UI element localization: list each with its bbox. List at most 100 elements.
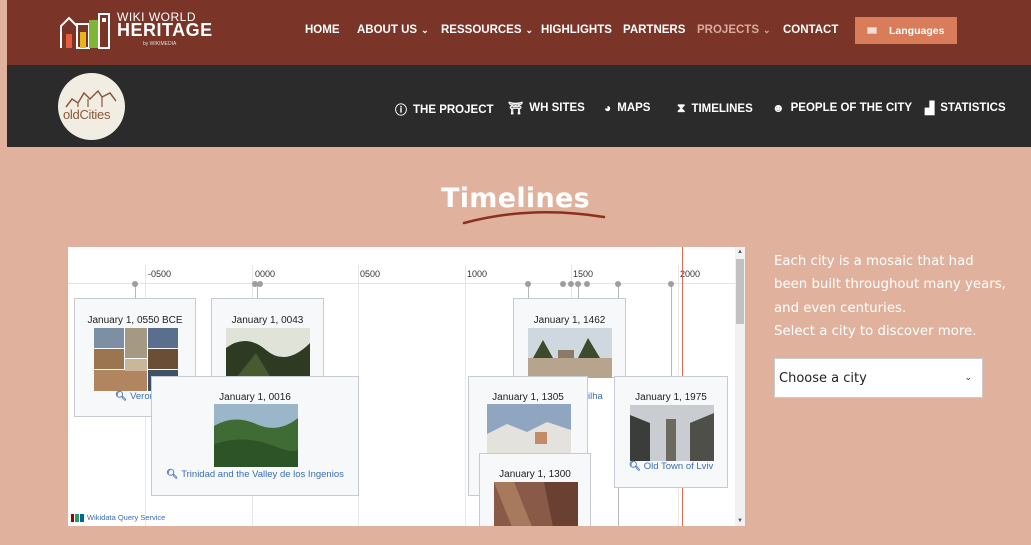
timeline-axis bbox=[68, 283, 735, 284]
timeline-dot[interactable] bbox=[615, 281, 621, 287]
search-icon: 🔍︎ bbox=[115, 391, 128, 402]
year-label: 1500 bbox=[573, 269, 594, 279]
wikidata-query-service-link[interactable]: Wikidata Query Service bbox=[71, 513, 165, 522]
oldcities-logo[interactable]: oldCities bbox=[58, 73, 125, 140]
card-image bbox=[226, 328, 310, 378]
chart-icon: ▟ bbox=[925, 101, 935, 115]
year-label: 0000 bbox=[255, 269, 276, 279]
card-date: January 1, 1300 bbox=[499, 469, 571, 480]
subnav-timelines[interactable]: ⧗ TIMELINES bbox=[677, 101, 753, 116]
nav-contact[interactable]: CONTACT bbox=[783, 24, 838, 36]
timeline-dot[interactable] bbox=[568, 281, 574, 287]
monument-icon: ⛩ bbox=[508, 101, 524, 115]
card-image bbox=[630, 405, 714, 461]
chevron-down-icon: ⌄ bbox=[763, 25, 771, 35]
scroll-up-icon[interactable]: ▲ bbox=[737, 249, 743, 255]
nav-projects[interactable]: PROJECTS ⌄ bbox=[697, 24, 771, 36]
subnav-people-of-the-city[interactable]: ☻ PEOPLE OF THE CITY bbox=[772, 101, 912, 115]
languages-button[interactable]: Languages bbox=[855, 17, 957, 44]
year-label: 1000 bbox=[467, 269, 488, 279]
card-date: January 1, 0043 bbox=[231, 315, 304, 326]
instruction-text: Select a city to discover more. bbox=[774, 324, 977, 340]
year-label: -0500 bbox=[148, 269, 172, 279]
timeline-dot[interactable] bbox=[575, 281, 581, 287]
timeline-dot[interactable] bbox=[525, 281, 531, 287]
timeline-card[interactable]: January 1, 1300 bbox=[479, 453, 591, 526]
subnav-maps[interactable]: ◕ MAPS bbox=[604, 101, 650, 115]
nav-partners[interactable]: PARTNERS bbox=[623, 24, 685, 36]
timeline-dot[interactable] bbox=[132, 281, 138, 287]
search-icon: 🔍︎ bbox=[166, 469, 179, 480]
year-label: 2000 bbox=[680, 269, 701, 279]
timeline-card[interactable]: January 1, 1975 🔍︎ Old Town of Lviv bbox=[614, 376, 728, 488]
globe-icon: ◕ bbox=[604, 101, 612, 115]
heritage-houses-icon bbox=[60, 13, 110, 49]
title-underline bbox=[462, 210, 606, 225]
top-navbar: WIKI WORLD HERITAGE by WIKIMEDIA HOME AB… bbox=[7, 0, 1031, 65]
subnav-the-project[interactable]: ⓘ THE PROJECT bbox=[395, 101, 494, 118]
timeline-card[interactable]: January 1, 1462 ilha bbox=[513, 298, 626, 402]
card-date: January 1, 0016 bbox=[219, 392, 291, 403]
city-select-value: Choose a city bbox=[779, 370, 867, 386]
card-date: January 1, 1462 bbox=[533, 315, 606, 326]
card-date: January 1, 0550 BCE bbox=[87, 315, 183, 326]
city-select[interactable]: Choose a city ⌄ bbox=[774, 358, 983, 398]
scrollbar[interactable]: ▲ ▼ bbox=[735, 247, 745, 526]
intro-text: Each city is a mosaic that had been buil… bbox=[774, 250, 1006, 344]
users-icon: ☻ bbox=[772, 101, 785, 115]
timeline-dot[interactable] bbox=[257, 281, 263, 287]
timeline-dot[interactable] bbox=[560, 281, 566, 287]
timeline-dot[interactable] bbox=[584, 281, 590, 287]
subnav-label: THE PROJECT bbox=[413, 103, 494, 116]
nav-about-us[interactable]: ABOUT US ⌄ bbox=[357, 24, 429, 36]
timeline-panel[interactable]: -0500 0000 0500 1000 1500 2000 January 1… bbox=[68, 247, 745, 526]
card-image bbox=[528, 328, 612, 378]
nav-ressources[interactable]: RESSOURCES ⌄ bbox=[441, 24, 533, 36]
nav-about-us-label: ABOUT US bbox=[357, 24, 418, 36]
logo-line3: by WIKIMEDIA bbox=[143, 41, 177, 47]
info-icon: ⓘ bbox=[395, 103, 408, 117]
subnav-wh-sites[interactable]: ⛩ WH SITES bbox=[508, 101, 585, 115]
subnav-label: TIMELINES bbox=[691, 102, 753, 115]
nav-projects-label: PROJECTS bbox=[697, 24, 759, 36]
card-link-text: Old Town of Lviv bbox=[643, 461, 714, 472]
card-link[interactable]: 🔍︎ Old Town of Lviv bbox=[615, 461, 727, 472]
card-link[interactable]: 🔍︎ Trinidad and the Valley de los Ingenio… bbox=[152, 469, 358, 480]
wikidata-logo-icon bbox=[71, 513, 84, 522]
flag-icon bbox=[867, 27, 877, 34]
card-image bbox=[487, 404, 571, 456]
subnav-label: WH SITES bbox=[529, 102, 585, 114]
card-image bbox=[494, 482, 578, 526]
search-icon: 🔍︎ bbox=[628, 461, 641, 472]
chevron-down-icon: ⌄ bbox=[421, 25, 429, 35]
gridline bbox=[465, 265, 466, 526]
subnav-label: STATISTICS bbox=[940, 102, 1006, 114]
scrollbar-thumb[interactable] bbox=[736, 259, 744, 324]
project-navbar: oldCities ⓘ THE PROJECT ⛩ WH SITES ◕ MAP… bbox=[7, 65, 1031, 147]
card-image bbox=[214, 404, 298, 467]
year-label: 0500 bbox=[360, 269, 381, 279]
nav-ressources-label: RESSOURCES bbox=[441, 24, 522, 36]
intro-paragraph: Each city is a mosaic that had been buil… bbox=[774, 254, 1006, 316]
timeline-card[interactable]: January 1, 0016 🔍︎ Trinidad and the Valle… bbox=[151, 376, 359, 496]
card-date: January 1, 1305 bbox=[492, 392, 564, 403]
wiki-world-heritage-logo[interactable]: WIKI WORLD HERITAGE by WIKIMEDIA bbox=[59, 10, 212, 52]
nav-highlights[interactable]: HIGHLIGHTS bbox=[541, 24, 612, 36]
scroll-down-icon[interactable]: ▼ bbox=[737, 518, 743, 524]
chevron-down-icon: ⌄ bbox=[525, 25, 534, 35]
timeline-stem bbox=[671, 284, 672, 376]
wikidata-link-text: Wikidata Query Service bbox=[87, 513, 166, 522]
chevron-down-icon: ⌄ bbox=[964, 373, 972, 383]
oldcities-logo-text: oldCities bbox=[63, 107, 111, 122]
languages-label: Languages bbox=[889, 24, 945, 37]
subnav-label: PEOPLE OF THE CITY bbox=[790, 102, 913, 114]
nav-home[interactable]: HOME bbox=[305, 24, 340, 36]
card-date: January 1, 1975 bbox=[635, 392, 707, 403]
subnav-statistics[interactable]: ▟ STATISTICS bbox=[925, 101, 1006, 115]
timeline-dot[interactable] bbox=[668, 281, 674, 287]
timeline-card[interactable]: January 1, 0043 bbox=[211, 298, 324, 378]
card-link-text: Trinidad and the Valley de los Ingenios bbox=[181, 469, 344, 480]
hourglass-icon: ⧗ bbox=[677, 101, 686, 115]
logo-line2: HERITAGE bbox=[117, 20, 213, 40]
subnav-label: MAPS bbox=[617, 102, 651, 114]
